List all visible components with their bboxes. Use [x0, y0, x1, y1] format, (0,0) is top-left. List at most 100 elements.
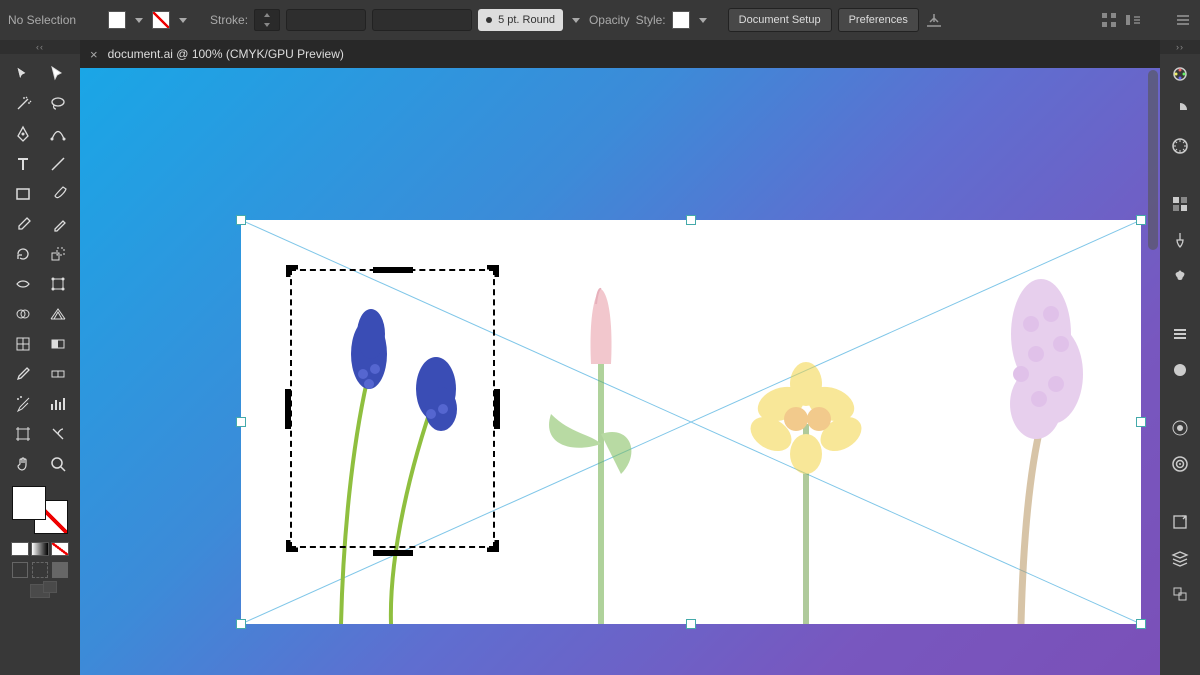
draw-inside-icon[interactable]: [52, 562, 68, 578]
screen-mode-icon[interactable]: [30, 584, 50, 598]
document-tab-title[interactable]: document.ai @ 100% (CMYK/GPU Preview): [108, 47, 344, 61]
preferences-button[interactable]: Preferences: [838, 8, 919, 32]
layers-panel-icon[interactable]: [1170, 548, 1190, 568]
crop-edge-right[interactable]: [493, 389, 501, 429]
selection-tool[interactable]: [6, 60, 39, 88]
panel-collapse-handle[interactable]: ››: [1160, 40, 1200, 54]
free-transform-tool[interactable]: [41, 270, 74, 298]
crop-corner-bl[interactable]: [286, 524, 314, 552]
transparency-panel-icon[interactable]: [1170, 360, 1190, 380]
crop-corner-tl[interactable]: [286, 265, 314, 293]
crop-dashed-border: [290, 269, 495, 548]
slice-tool[interactable]: [41, 420, 74, 448]
bbox-handle-tl[interactable]: [236, 215, 246, 225]
fill-dropdown[interactable]: [132, 11, 146, 29]
shape-builder-tool[interactable]: [6, 300, 39, 328]
stroke-weight-input[interactable]: [254, 9, 280, 31]
vertical-scrollbar[interactable]: [1148, 70, 1158, 250]
symbol-sprayer-tool[interactable]: [6, 390, 39, 418]
lasso-tool[interactable]: [41, 90, 74, 118]
eraser-tool[interactable]: [41, 210, 74, 238]
eyedropper-tool[interactable]: [6, 360, 39, 388]
width-tool[interactable]: [6, 270, 39, 298]
flower-hyacinth: [921, 244, 1121, 624]
curvature-tool[interactable]: [41, 120, 74, 148]
paintbrush-tool[interactable]: [41, 180, 74, 208]
column-graph-tool[interactable]: [41, 390, 74, 418]
asset-export-panel-icon[interactable]: [1170, 584, 1190, 604]
style-label: Style:: [636, 13, 666, 27]
symbols-panel-icon[interactable]: [1170, 266, 1190, 286]
crop-corner-tr[interactable]: [471, 265, 499, 293]
artboard-tool[interactable]: [6, 420, 39, 448]
direct-selection-tool[interactable]: [41, 60, 74, 88]
bbox-handle-ml[interactable]: [236, 417, 246, 427]
align-to-icon[interactable]: [925, 11, 943, 29]
close-tab-icon[interactable]: ×: [90, 47, 98, 62]
bbox-handle-tr[interactable]: [1136, 215, 1146, 225]
brush-preview-dropdown[interactable]: [372, 9, 472, 31]
stroke-swatch[interactable]: [152, 11, 170, 29]
pen-tool[interactable]: [6, 120, 39, 148]
bbox-handle-bc[interactable]: [686, 619, 696, 629]
opacity-label: Opacity: [589, 13, 630, 27]
color-mode-solid[interactable]: [11, 542, 29, 556]
brush-definition-dropdown[interactable]: 5 pt. Round: [478, 9, 563, 31]
libraries-panel-icon[interactable]: [1170, 454, 1190, 474]
crop-edge-top[interactable]: [373, 263, 413, 271]
brush-dot-icon: [486, 17, 492, 23]
rotate-tool[interactable]: [6, 240, 39, 268]
stroke-profile-dropdown[interactable]: [286, 9, 366, 31]
bbox-handle-bl[interactable]: [236, 619, 246, 629]
mesh-tool[interactable]: [6, 330, 39, 358]
stroke-dropdown[interactable]: [176, 11, 190, 29]
properties-panel-icon[interactable]: [1170, 136, 1190, 156]
shaper-tool[interactable]: [6, 210, 39, 238]
brushes-panel-icon[interactable]: [1170, 230, 1190, 250]
rectangle-tool[interactable]: [6, 180, 39, 208]
crop-marquee[interactable]: [290, 269, 495, 548]
color-mode-row: [6, 542, 74, 556]
swatches-panel-icon[interactable]: [1170, 194, 1190, 214]
bbox-handle-mr[interactable]: [1136, 417, 1146, 427]
document-tab-bar: × document.ai @ 100% (CMYK/GPU Preview): [80, 40, 1160, 68]
crop-edge-left[interactable]: [284, 389, 292, 429]
hand-tool[interactable]: [6, 450, 39, 478]
magic-wand-tool[interactable]: [6, 90, 39, 118]
scale-tool[interactable]: [41, 240, 74, 268]
color-mode-none[interactable]: [51, 542, 69, 556]
graphic-style-swatch[interactable]: [672, 11, 690, 29]
crop-corner-br[interactable]: [471, 524, 499, 552]
blend-tool[interactable]: [41, 360, 74, 388]
appearance-panel-icon[interactable]: [1170, 418, 1190, 438]
type-tool[interactable]: [6, 150, 39, 178]
draw-normal-icon[interactable]: [12, 562, 28, 578]
crop-edge-bottom[interactable]: [373, 546, 413, 554]
line-segment-tool[interactable]: [41, 150, 74, 178]
color-guide-panel-icon[interactable]: [1170, 100, 1190, 120]
color-panel-icon[interactable]: [1170, 64, 1190, 84]
export-panel-icon[interactable]: [1170, 512, 1190, 532]
zoom-tool[interactable]: [41, 450, 74, 478]
document-setup-button[interactable]: Document Setup: [728, 8, 832, 32]
brush-name: 5 pt. Round: [498, 14, 555, 26]
color-mode-gradient[interactable]: [31, 542, 49, 556]
gradient-tool[interactable]: [41, 330, 74, 358]
bbox-handle-br[interactable]: [1136, 619, 1146, 629]
canvas-viewport[interactable]: [80, 68, 1160, 675]
brush-dd[interactable]: [569, 11, 583, 29]
perspective-grid-tool[interactable]: [41, 300, 74, 328]
arrange-icon[interactable]: [1124, 11, 1142, 29]
toolbar-collapse-handle[interactable]: ‹‹: [0, 40, 80, 54]
style-dd[interactable]: [696, 11, 710, 29]
fill-stroke-indicator[interactable]: [8, 486, 72, 534]
draw-behind-icon[interactable]: [32, 562, 48, 578]
bbox-handle-tc[interactable]: [686, 215, 696, 225]
grid-view-icon[interactable]: [1100, 11, 1118, 29]
fill-color-box[interactable]: [12, 486, 46, 520]
stroke-panel-icon[interactable]: [1170, 324, 1190, 344]
fill-swatch[interactable]: [108, 11, 126, 29]
flower-daffodil: [701, 244, 901, 624]
menu-icon[interactable]: [1174, 11, 1192, 29]
draw-mode-row: [6, 562, 74, 578]
